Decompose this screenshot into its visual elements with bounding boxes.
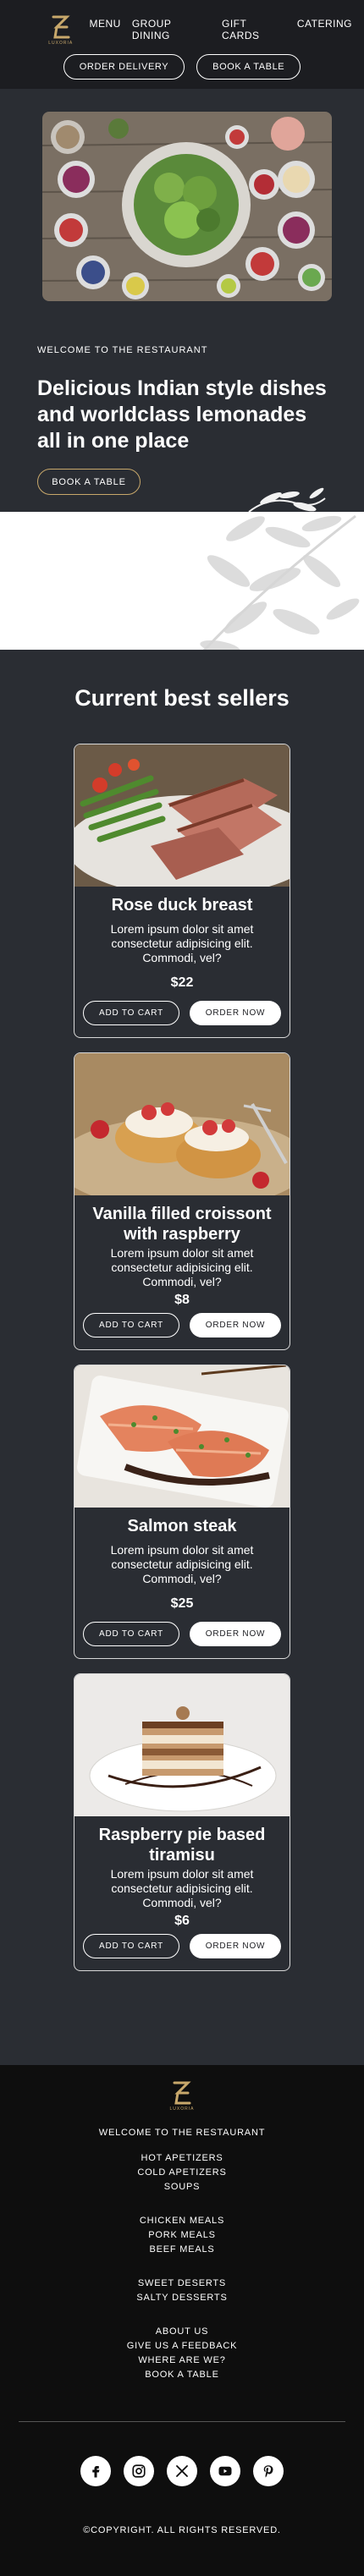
footer-link[interactable]: COLD APETIZERS xyxy=(0,2166,364,2180)
nav-row: LUXORIA MENU GROUP DINING GIFT CARDS CAT… xyxy=(12,10,352,49)
menu-link-catering[interactable]: CATERING xyxy=(297,18,352,41)
product-image-croissant xyxy=(74,1053,290,1210)
best-sellers-title: Current best sellers xyxy=(74,685,290,711)
product-actions: ADD TO CART ORDER NOW xyxy=(83,1622,281,1646)
copyright: ©COPYRIGHT. ALL RIGHTS RESERVED. xyxy=(83,2525,281,2535)
product-card-body: Raspberry pie based tiramisu Lorem ipsum… xyxy=(74,1816,290,1970)
x-icon[interactable] xyxy=(167,2456,197,2486)
add-to-cart-button[interactable]: ADD TO CART xyxy=(83,1622,179,1646)
brand-logo[interactable]: LUXORIA xyxy=(42,11,80,48)
footer-link[interactable]: HOT APETIZERS xyxy=(0,2151,364,2166)
footer-welcome: WELCOME TO THE RESTAURANT xyxy=(98,2128,266,2138)
footer-link[interactable]: GIVE US A FEEDBACK xyxy=(0,2339,364,2354)
product-description: Lorem ipsum dolor sit amet consectetur a… xyxy=(110,1246,254,1288)
product-actions: ADD TO CART ORDER NOW xyxy=(83,1001,281,1025)
product-actions: ADD TO CART ORDER NOW xyxy=(83,1934,281,1958)
product-name: Salmon steak xyxy=(127,1517,237,1535)
footer: LUXORIA WELCOME TO THE RESTAURANT HOT AP… xyxy=(0,2065,364,2576)
product-price: $25 xyxy=(170,1596,194,1611)
youtube-icon[interactable] xyxy=(210,2456,240,2486)
footer-link[interactable]: WHERE ARE WE? xyxy=(0,2354,364,2368)
product-description: Lorem ipsum dolor sit amet consectetur a… xyxy=(110,922,254,964)
social-links xyxy=(0,2456,364,2486)
menu-link-menu[interactable]: MENU xyxy=(90,18,121,41)
footer-links-meals: CHICKEN MEALS PORK MEALS BEEF MEALS xyxy=(0,2214,364,2257)
hero-image xyxy=(42,112,332,301)
leaf-decoration-icon xyxy=(248,487,326,513)
product-price: $6 xyxy=(174,1914,190,1928)
decorative-band xyxy=(0,512,364,650)
footer-divider xyxy=(19,2421,345,2422)
product-price: $22 xyxy=(170,975,194,990)
hero-book-table-button[interactable]: BOOK A TABLE xyxy=(37,469,141,495)
footer-links-desserts: SWEET DESERTS SALTY DESSERTS xyxy=(0,2277,364,2305)
header: LUXORIA MENU GROUP DINING GIFT CARDS CAT… xyxy=(0,0,364,89)
hero-title: Delicious Indian style dishes and worldc… xyxy=(37,376,327,453)
menu-link-gift-cards[interactable]: GIFT CARDS xyxy=(222,18,286,41)
product-card-body: Rose duck breast Lorem ipsum dolor sit a… xyxy=(74,887,290,1037)
header-buttons: ORDER DELIVERY BOOK A TABLE xyxy=(12,54,352,80)
product-price: $8 xyxy=(174,1293,190,1307)
product-description: Lorem ipsum dolor sit amet consectetur a… xyxy=(110,1867,254,1909)
main-menu: MENU GROUP DINING GIFT CARDS CATERING xyxy=(90,18,353,41)
product-card: Vanilla filled croissont with raspberry … xyxy=(74,1052,290,1350)
pinterest-icon[interactable] xyxy=(253,2456,284,2486)
product-description: Lorem ipsum dolor sit amet consectetur a… xyxy=(110,1543,254,1585)
order-now-button[interactable]: ORDER NOW xyxy=(190,1622,281,1646)
order-now-button[interactable]: ORDER NOW xyxy=(190,1001,281,1025)
logo-mark-icon xyxy=(173,2081,191,2104)
footer-link[interactable]: ABOUT US xyxy=(0,2325,364,2339)
footer-logo[interactable]: LUXORIA xyxy=(163,2077,201,2114)
order-now-button[interactable]: ORDER NOW xyxy=(190,1934,281,1958)
product-card-body: Vanilla filled croissont with raspberry … xyxy=(74,1195,290,1349)
menu-link-group-dining[interactable]: GROUP DINING xyxy=(132,18,211,41)
book-table-button[interactable]: BOOK A TABLE xyxy=(196,54,301,80)
footer-link[interactable]: BOOK A TABLE xyxy=(0,2368,364,2382)
hero-welcome: WELCOME TO THE RESTAURANT xyxy=(37,345,208,355)
best-sellers-section: Current best sellers Rose duck breast Lo… xyxy=(0,650,364,2065)
product-name: Vanilla filled croissont with raspberry xyxy=(92,1205,272,1244)
footer-links-info: ABOUT US GIVE US A FEEDBACK WHERE ARE WE… xyxy=(0,2325,364,2382)
product-card: Raspberry pie based tiramisu Lorem ipsum… xyxy=(74,1673,290,1971)
footer-link[interactable]: SALTY DESSERTS xyxy=(0,2291,364,2305)
brand-name: LUXORIA xyxy=(48,40,74,46)
footer-link[interactable]: SWEET DESERTS xyxy=(0,2277,364,2291)
facebook-icon[interactable] xyxy=(80,2456,111,2486)
order-now-button[interactable]: ORDER NOW xyxy=(190,1313,281,1337)
product-card: Rose duck breast Lorem ipsum dolor sit a… xyxy=(74,744,290,1038)
footer-link[interactable]: BEEF MEALS xyxy=(0,2243,364,2257)
add-to-cart-button[interactable]: ADD TO CART xyxy=(83,1001,179,1025)
add-to-cart-button[interactable]: ADD TO CART xyxy=(83,1313,179,1337)
product-card: Salmon steak Lorem ipsum dolor sit amet … xyxy=(74,1365,290,1659)
product-image-duck xyxy=(74,744,290,897)
footer-link[interactable]: SOUPS xyxy=(0,2180,364,2194)
product-image-salmon xyxy=(74,1365,290,1508)
product-name: Rose duck breast xyxy=(111,896,253,915)
logo-mark-icon xyxy=(52,15,70,38)
product-name: Raspberry pie based tiramisu xyxy=(98,1826,266,1865)
product-actions: ADD TO CART ORDER NOW xyxy=(83,1313,281,1337)
brand-name: LUXORIA xyxy=(169,2106,195,2112)
footer-links-appetizers: HOT APETIZERS COLD APETIZERS SOUPS xyxy=(0,2151,364,2194)
instagram-icon[interactable] xyxy=(124,2456,154,2486)
footer-link[interactable]: PORK MEALS xyxy=(0,2228,364,2243)
product-image-tiramisu xyxy=(74,1674,290,1816)
order-delivery-button[interactable]: ORDER DELIVERY xyxy=(63,54,185,80)
footer-link[interactable]: CHICKEN MEALS xyxy=(0,2214,364,2228)
hero-section: WELCOME TO THE RESTAURANT Delicious Indi… xyxy=(0,89,364,513)
leaf-shadow-icon xyxy=(200,514,360,650)
product-card-body: Salmon steak Lorem ipsum dolor sit amet … xyxy=(74,1508,290,1658)
add-to-cart-button[interactable]: ADD TO CART xyxy=(83,1934,179,1958)
